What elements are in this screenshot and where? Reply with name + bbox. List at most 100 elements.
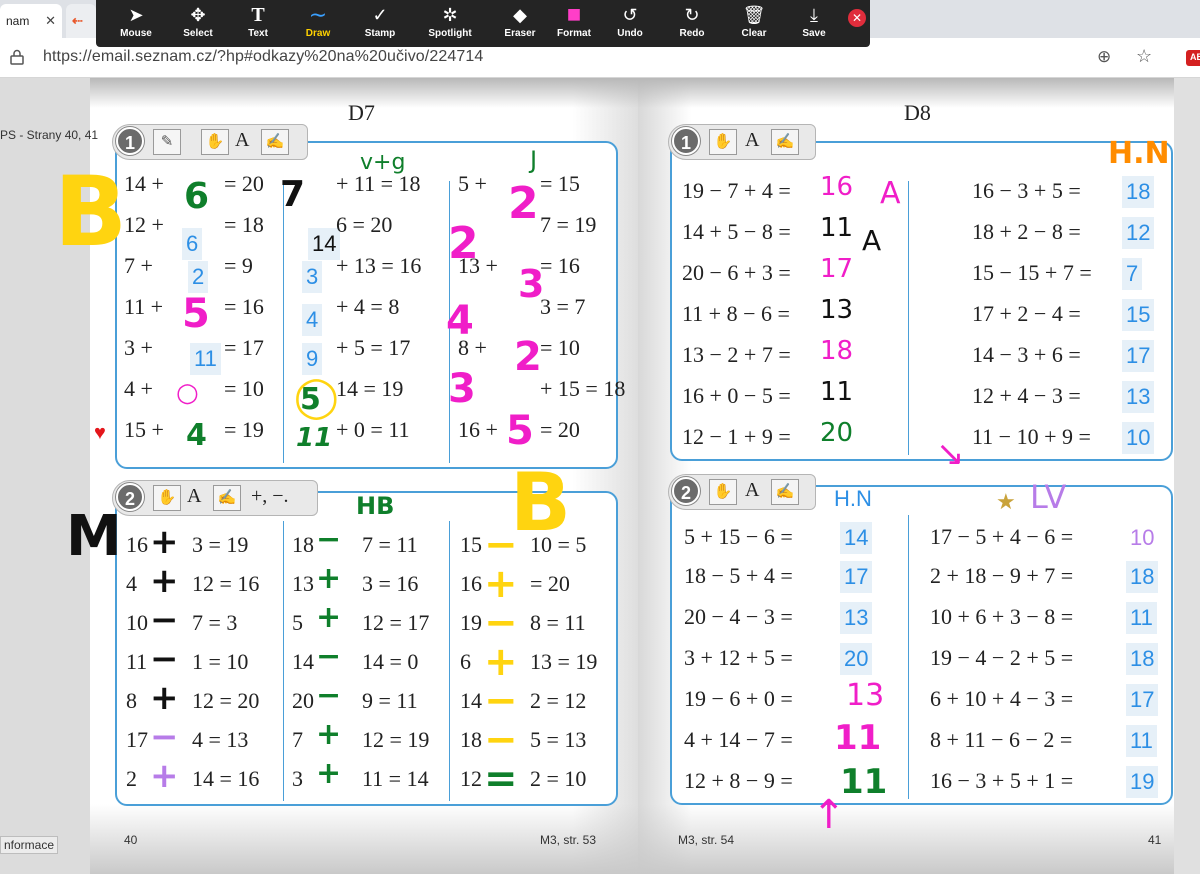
equation-left-part: 18 xyxy=(460,727,482,752)
header-letter: A xyxy=(235,129,250,151)
equation: 19 − 7 + 4 = xyxy=(682,178,791,203)
equation-part: + 5 = 17 xyxy=(336,335,411,360)
typed-answer[interactable]: 4 xyxy=(302,304,323,336)
equation-right-part: 12 = 20 xyxy=(192,688,260,713)
tool-label: Stamp xyxy=(364,28,396,39)
equation: 13 − 2 + 7 = xyxy=(682,342,791,367)
tool-stamp[interactable]: ✓ Stamp xyxy=(350,0,410,47)
equation: 2 + 18 − 9 + 7 = xyxy=(930,563,1074,588)
equation-right-part: = 9 xyxy=(224,253,253,278)
tool-draw[interactable]: ∼ Draw xyxy=(288,0,348,47)
tool-label: Save xyxy=(802,28,826,39)
annotation-toolbar: ➤ Mouse ✥ Select T Text ∼ Draw ✓ Stamp ✲ Spotl… xyxy=(96,0,870,47)
equation-right-part: 3 = 16 xyxy=(362,571,419,596)
exercise-number: 2 xyxy=(672,477,700,505)
equation-right-part: = 20 xyxy=(540,417,580,442)
hand-icon: ✋ xyxy=(709,479,737,505)
tool-save[interactable]: ⤓ Save xyxy=(784,0,844,47)
equation-right-part: 12 = 19 xyxy=(362,727,430,752)
page-top-shadow xyxy=(90,78,1174,108)
screen: nam ✕ ⇠ https://email.seznam.cz/?hp#odka… xyxy=(0,0,1200,877)
checkmark-icon: ✓ xyxy=(372,5,388,25)
typed-answer: 13 xyxy=(1122,381,1155,413)
url-field[interactable]: https://email.seznam.cz/?hp#odkazy%20na%… xyxy=(43,48,483,66)
handwritten-operator: + xyxy=(150,561,179,601)
handwritten-letter: M xyxy=(66,504,122,569)
equation: 12 + 8 − 9 = xyxy=(684,768,793,793)
tool-mouse[interactable]: ➤ Mouse xyxy=(106,0,166,47)
typed-answer: 12 xyxy=(1122,217,1155,249)
tool-label: Mouse xyxy=(120,28,152,39)
typed-answer[interactable]: 3 xyxy=(302,261,323,293)
tool-label: Undo xyxy=(617,28,643,39)
handwritten-operator: + xyxy=(150,678,179,718)
tool-select[interactable]: ✥ Select xyxy=(168,0,228,47)
hand-write-icon: ✍ xyxy=(213,485,241,511)
equation-right-part: 13 = 19 xyxy=(530,649,598,674)
color-swatch-icon: ■ xyxy=(566,1,582,28)
equation-left-part: 5 xyxy=(292,610,303,635)
handwritten-answer: 11 xyxy=(820,377,854,407)
save-download-icon: ⤓ xyxy=(810,5,818,25)
tool-spotlight[interactable]: ✲ Spotlight xyxy=(420,0,480,47)
side-label-info[interactable]: nformace xyxy=(0,836,59,854)
handwritten-letter: J xyxy=(530,146,538,174)
pencil-icon: ✎ xyxy=(153,129,181,155)
equation-right-part: = 15 xyxy=(540,171,580,196)
adblock-extension-icon[interactable]: AB xyxy=(1186,50,1200,66)
equation: 8 + 11 − 6 − 2 = xyxy=(930,727,1073,752)
typed-label[interactable]: H.N xyxy=(830,483,876,515)
handwritten-label: HB xyxy=(356,492,395,520)
equation: 17 − 5 + 4 − 6 = xyxy=(930,524,1074,549)
tab-title: nam xyxy=(6,14,30,28)
yellow-circle-mark: ◯ xyxy=(294,374,339,420)
move-icon: ✥ xyxy=(190,5,206,25)
equation-right-part: + 15 = 18 xyxy=(540,376,626,401)
equation-left-part: 3 + xyxy=(124,335,153,360)
handwritten-operator: = xyxy=(484,756,518,802)
draw-squiggle-icon: ∼ xyxy=(308,2,328,27)
hand-write-icon: ✍ xyxy=(771,129,799,155)
browser-tab-email[interactable]: nam ✕ xyxy=(0,4,62,38)
handwritten-digit: 2 xyxy=(508,178,539,229)
zoom-icon[interactable]: ⊕ xyxy=(1097,47,1111,67)
typed-answer[interactable]: 11 xyxy=(190,343,221,375)
handwritten-digit: 5 xyxy=(182,291,210,337)
typed-answer[interactable]: 2 xyxy=(188,261,209,293)
tab-close-icon[interactable]: ✕ xyxy=(45,13,56,29)
column-divider xyxy=(283,181,284,463)
tool-eraser[interactable]: ◆ Eraser xyxy=(490,0,550,47)
tool-label: Select xyxy=(183,28,213,39)
tool-label: Format xyxy=(557,28,591,39)
toolbar-close-icon[interactable]: ✕ xyxy=(848,9,866,27)
typed-answer[interactable]: 9 xyxy=(302,343,323,375)
handwritten-operator: + xyxy=(316,561,342,596)
star-icon: ★ xyxy=(996,490,1016,515)
bookmark-star-icon[interactable]: ☆ xyxy=(1136,46,1152,67)
tool-redo[interactable]: ↻ Redo xyxy=(662,0,722,47)
typed-answer[interactable]: 6 xyxy=(182,228,203,260)
workbook-viewer: PS - Strany 40, 41 nformace ♥ D7 D8 40 M… xyxy=(0,78,1200,874)
handwritten-answer: 13 xyxy=(820,295,854,325)
page-ref-right: M3, str. 54 xyxy=(678,833,735,847)
handwritten-digit: 2 xyxy=(514,334,542,380)
tool-label: Draw xyxy=(305,28,331,39)
typed-answer: 18 xyxy=(1126,561,1159,593)
equation-right-part: = 20 xyxy=(224,171,264,196)
tool-clear[interactable]: 🗑 Clear xyxy=(724,0,784,47)
handwritten-answer: 17 xyxy=(820,254,854,284)
tool-label: Spotlight xyxy=(428,28,472,39)
equation: 16 − 3 + 5 + 1 = xyxy=(930,768,1074,793)
equation-right-part: = 20 xyxy=(530,571,570,596)
tool-undo[interactable]: ↺ Undo xyxy=(600,0,660,47)
tool-text[interactable]: T Text xyxy=(228,0,288,47)
equation-left-part: 17 xyxy=(126,727,148,752)
equation-right-part: 10 = 5 xyxy=(530,532,587,557)
tool-format[interactable]: ■ Format xyxy=(544,0,604,47)
equation-right-part: 3 = 7 xyxy=(540,294,586,319)
equation: 3 + 12 + 5 = xyxy=(684,645,793,670)
typed-answer: 19 xyxy=(1126,766,1159,798)
text-icon: T xyxy=(251,4,265,26)
browser-tab-second[interactable]: ⇠ xyxy=(66,4,96,38)
handwritten-digit: 6 xyxy=(184,176,210,217)
